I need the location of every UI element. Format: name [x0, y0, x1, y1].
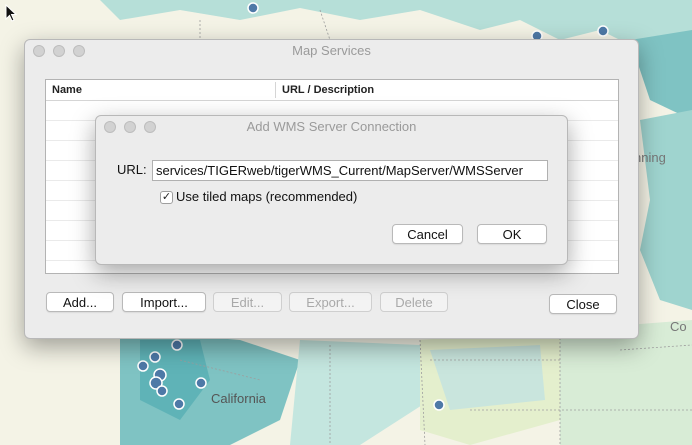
minimize-window-icon[interactable] — [53, 45, 65, 57]
arrow-cursor-icon — [5, 4, 17, 22]
import-button[interactable]: Import... — [122, 292, 206, 312]
tiled-maps-label[interactable]: Use tiled maps (recommended) — [176, 189, 357, 204]
dialog-title: Add WMS Server Connection — [246, 119, 417, 134]
location-dot — [171, 339, 183, 351]
minimize-window-icon[interactable] — [124, 121, 136, 133]
zoom-window-icon[interactable] — [73, 45, 85, 57]
location-dot — [597, 25, 609, 37]
table-header: Name URL / Description — [46, 80, 618, 101]
ok-button[interactable]: OK — [477, 224, 547, 244]
location-dot — [156, 385, 168, 397]
window-title: Map Services — [292, 43, 371, 58]
column-header-url[interactable]: URL / Description — [282, 80, 374, 100]
url-label: URL: — [117, 162, 147, 177]
add-button[interactable]: Add... — [46, 292, 114, 312]
close-window-icon[interactable] — [33, 45, 45, 57]
close-window-icon[interactable] — [104, 121, 116, 133]
tiled-maps-checkbox[interactable]: ✓ — [160, 191, 173, 204]
location-dot — [149, 351, 161, 363]
zoom-window-icon[interactable] — [144, 121, 156, 133]
location-dot — [247, 2, 259, 14]
location-dot — [195, 377, 207, 389]
export-button[interactable]: Export... — [289, 292, 372, 312]
location-dot — [433, 399, 445, 411]
edit-button[interactable]: Edit... — [213, 292, 282, 312]
map-label-california: California — [211, 391, 267, 406]
map-label-fragment: Co — [670, 319, 687, 334]
map-services-titlebar[interactable]: Map Services — [25, 40, 638, 62]
cancel-button[interactable]: Cancel — [392, 224, 463, 244]
location-dot — [137, 360, 149, 372]
add-wms-dialog: Add WMS Server Connection URL: services/… — [95, 115, 568, 265]
url-input[interactable]: services/TIGERweb/tigerWMS_Current/MapSe… — [152, 160, 548, 181]
column-header-name[interactable]: Name — [52, 80, 82, 100]
add-wms-titlebar[interactable]: Add WMS Server Connection — [96, 116, 567, 138]
close-button[interactable]: Close — [549, 294, 617, 314]
location-dot — [173, 398, 185, 410]
delete-button[interactable]: Delete — [380, 292, 448, 312]
